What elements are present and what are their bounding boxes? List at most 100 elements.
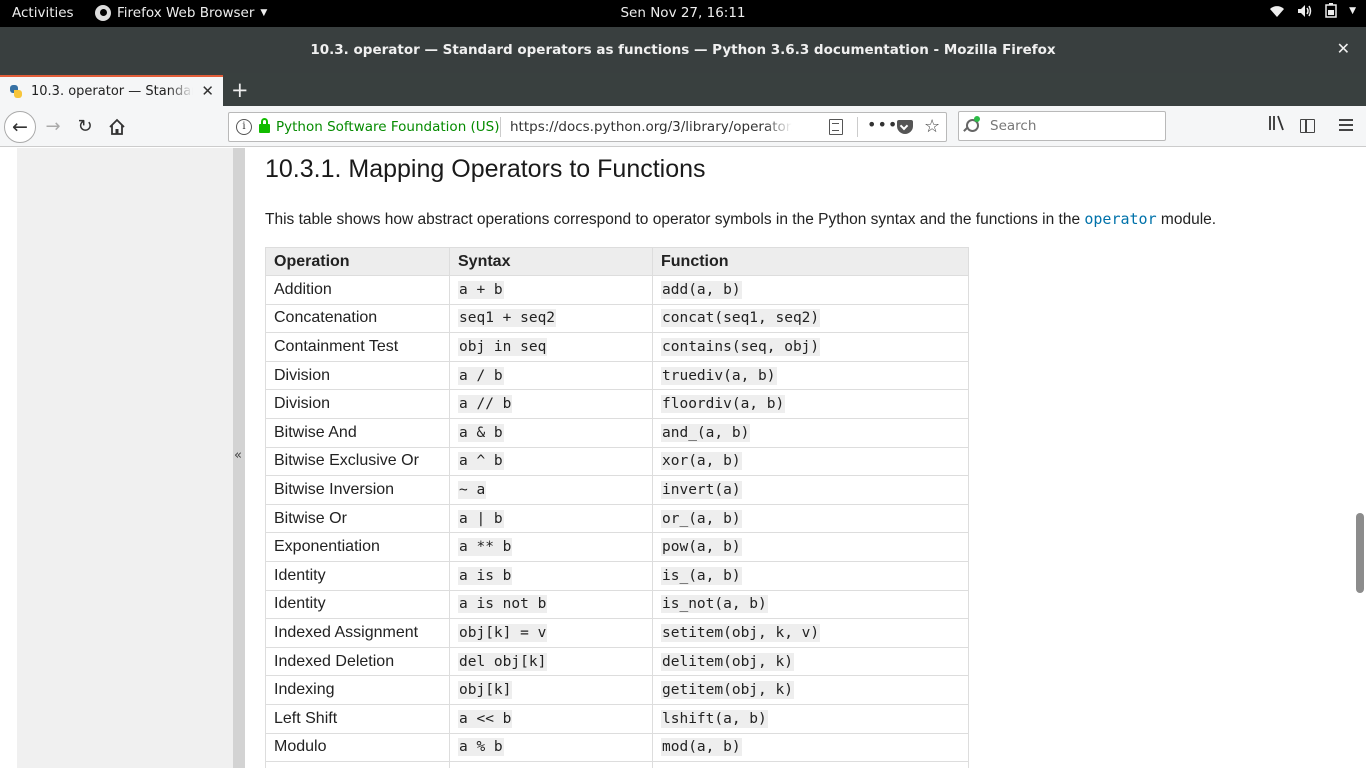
forward-button[interactable]: →	[41, 114, 65, 138]
syntax-code: a << b	[458, 709, 513, 728]
tab-close-icon[interactable]: ✕	[201, 82, 214, 100]
volume-icon	[1298, 4, 1312, 17]
reader-view-icon[interactable]	[829, 119, 843, 135]
url-text[interactable]: https://docs.python.org/3/library/operat…	[510, 119, 792, 135]
reload-button[interactable]: ↻	[73, 114, 97, 138]
function-code: xor(a, b)	[661, 452, 742, 471]
site-identity-label[interactable]: Python Software Foundation (US)	[276, 119, 500, 135]
syntax-cell: obj in seq	[449, 332, 653, 362]
syntax-code: a is b	[458, 566, 513, 585]
status-area[interactable]: ▼	[1269, 3, 1356, 18]
operation-cell: Concatenation	[265, 303, 450, 334]
tab-operator-docs[interactable]: 10.3. operator — Standard operators as f…	[0, 75, 223, 106]
operation-cell: Identity	[265, 560, 450, 591]
table-row: Bitwise Inversion ~ a invert(a)	[265, 475, 969, 505]
function-code: pow(a, b)	[661, 538, 742, 557]
operation-cell	[265, 761, 450, 768]
app-menu-label: Firefox Web Browser	[117, 5, 255, 21]
function-cell: setitem(obj, k, v)	[652, 618, 969, 648]
lock-icon	[259, 118, 270, 133]
firefox-icon	[95, 5, 111, 21]
syntax-cell: a // b	[449, 389, 653, 419]
syntax-cell: ~ a	[449, 475, 653, 505]
function-cell: getitem(obj, k)	[652, 675, 969, 705]
sidebar-collapse-button[interactable]: «	[233, 148, 245, 768]
operation-cell: Indexed Assignment	[265, 618, 450, 648]
syntax-cell: a is not b	[449, 589, 653, 620]
window-close-icon[interactable]: ✕	[1337, 39, 1350, 58]
function-cell: or_(a, b)	[652, 503, 969, 534]
function-code: is_not(a, b)	[661, 595, 768, 614]
url-bar[interactable]: i Python Software Foundation (US) https:…	[228, 112, 947, 142]
function-cell: mod(a, b)	[652, 732, 969, 763]
table-row: Left Shift a << b lshift(a, b)	[265, 703, 969, 734]
home-button[interactable]	[105, 114, 129, 138]
operator-module-link[interactable]: operator	[1084, 210, 1156, 228]
new-tab-button[interactable]: +	[231, 78, 249, 102]
column-header-function: Function	[652, 247, 969, 276]
pocket-icon[interactable]	[897, 120, 913, 134]
collapse-icon: «	[234, 448, 242, 463]
syntax-cell: obj[k] = v	[449, 618, 653, 648]
intro-text-end: module.	[1156, 211, 1217, 228]
site-info-icon[interactable]: i	[236, 119, 252, 135]
url-divider	[500, 117, 501, 137]
table-row: Division a // b floordiv(a, b)	[265, 389, 969, 419]
library-icon[interactable]	[1268, 115, 1286, 135]
syntax-code: seq1 + seq2	[458, 309, 557, 328]
function-cell: is_(a, b)	[652, 560, 969, 591]
wifi-icon	[1270, 5, 1285, 17]
table-row: Identity a is not b is_not(a, b)	[265, 589, 969, 620]
function-code: or_(a, b)	[661, 509, 742, 528]
function-code: contains(seq, obj)	[661, 337, 821, 356]
syntax-cell: a | b	[449, 503, 653, 534]
intro-text: This table shows how abstract operations…	[265, 211, 1085, 228]
search-bar[interactable]: Search	[958, 111, 1166, 141]
page-scrollbar[interactable]	[1354, 148, 1366, 768]
syntax-code: a ** b	[458, 538, 513, 557]
operation-cell: Bitwise And	[265, 417, 450, 448]
operation-cell: Exponentiation	[265, 532, 450, 562]
back-button[interactable]: ←	[4, 111, 36, 143]
syntax-code: a % b	[458, 738, 504, 757]
function-cell: concat(seq1, seq2)	[652, 303, 969, 334]
operation-cell: Containment Test	[265, 332, 450, 362]
syntax-code: a + b	[458, 280, 504, 299]
home-icon	[109, 118, 125, 135]
search-placeholder: Search	[990, 118, 1037, 134]
sidebar-toggle-icon[interactable]	[1300, 119, 1315, 133]
syntax-cell: a ** b	[449, 532, 653, 562]
function-cell	[652, 761, 969, 768]
function-cell: and_(a, b)	[652, 417, 969, 448]
function-code: concat(seq1, seq2)	[661, 309, 821, 328]
table-row: Bitwise And a & b and_(a, b)	[265, 417, 969, 448]
intro-paragraph: This table shows how abstract operations…	[265, 210, 1216, 229]
operation-cell: Identity	[265, 589, 450, 620]
syntax-code: obj in seq	[458, 337, 548, 356]
table-row: Containment Test obj in seq contains(seq, …	[265, 332, 969, 362]
operation-cell: Addition	[265, 275, 450, 305]
function-cell: is_not(a, b)	[652, 589, 969, 620]
operation-cell: Division	[265, 389, 450, 419]
table-row: Exponentiation a ** b pow(a, b)	[265, 532, 969, 562]
syntax-code: del obj[k]	[458, 652, 548, 671]
operation-cell: Left Shift	[265, 703, 450, 734]
function-cell: lshift(a, b)	[652, 703, 969, 734]
app-menu[interactable]: Firefox Web Browser ▼	[95, 5, 267, 21]
battery-icon	[1325, 3, 1337, 18]
hamburger-menu-icon[interactable]	[1339, 119, 1353, 131]
page-actions-menu-icon[interactable]: •••	[867, 115, 898, 134]
scrollbar-thumb[interactable]	[1356, 513, 1364, 593]
function-code: delitem(obj, k)	[661, 652, 794, 671]
bookmark-star-icon[interactable]: ☆	[924, 116, 940, 137]
syntax-cell: a ^ b	[449, 446, 653, 477]
syntax-code: obj[k]	[458, 681, 513, 700]
syntax-cell: a & b	[449, 417, 653, 448]
clock[interactable]: Sen Nov 27, 16:11	[620, 5, 745, 21]
table-row: Bitwise Exclusive Or a ^ b xor(a, b)	[265, 446, 969, 477]
activities-button[interactable]: Activities	[12, 5, 74, 21]
page-content: « 10.3.1. Mapping Operators to Functions…	[0, 148, 1366, 768]
navigation-toolbar: ← → ↻ i Python Software Foundation (US) …	[0, 106, 1366, 147]
function-cell: truediv(a, b)	[652, 360, 969, 391]
column-header-syntax: Syntax	[449, 247, 653, 276]
